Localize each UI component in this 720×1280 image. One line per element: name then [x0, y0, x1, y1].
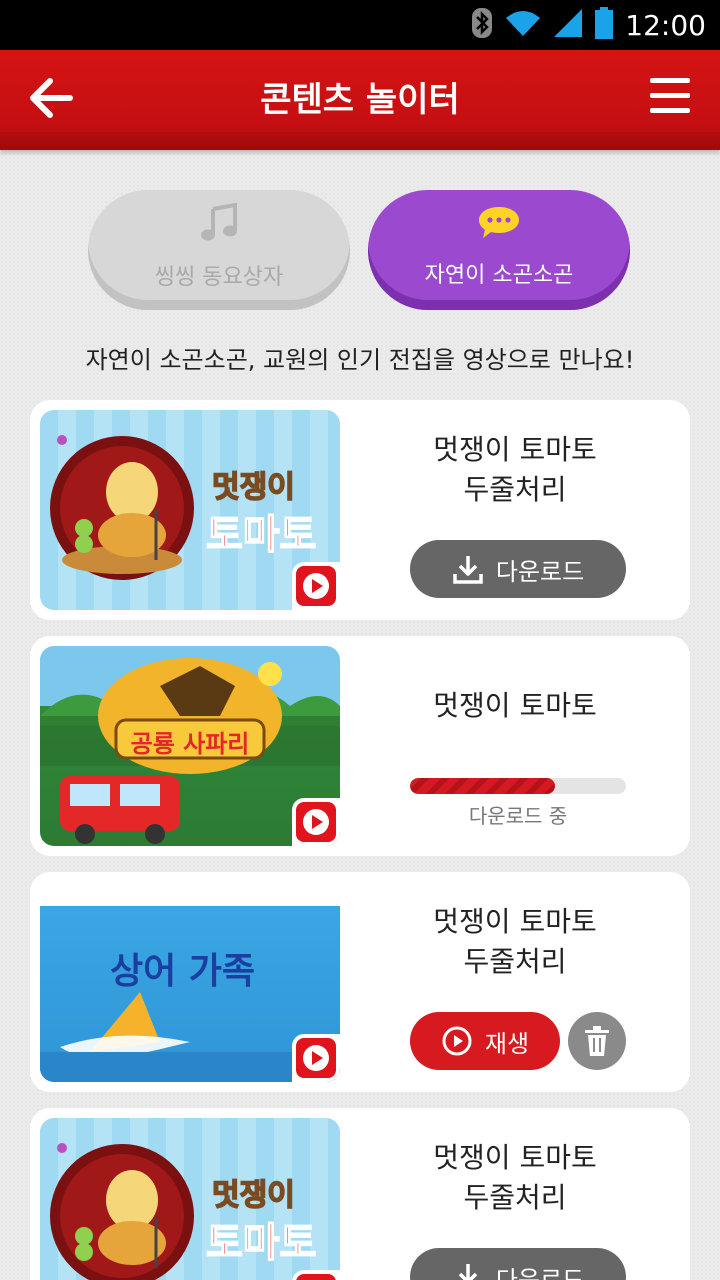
play-button[interactable]: 재생 — [410, 1012, 560, 1070]
video-title: 멋쟁이 토마토 두줄처리 — [360, 430, 670, 510]
video-thumbnail[interactable]: 공룡 사파리 — [40, 646, 340, 846]
video-title-line: 두줄처리 — [463, 473, 567, 506]
video-card[interactable]: 공룡 사파리 멋쟁이 토마토 다운로드 중 — [30, 636, 690, 856]
download-progress-fill — [410, 778, 555, 794]
play-icon — [296, 1274, 336, 1280]
status-bar: 12:00 — [0, 0, 720, 50]
trash-icon — [585, 1026, 609, 1056]
page-title: 콘텐츠 놀이터 — [260, 79, 460, 120]
bluetooth-icon — [471, 7, 493, 43]
download-icon — [458, 1264, 478, 1280]
play-icon — [303, 573, 329, 599]
section-subtitle: 자연이 소곤소곤, 교원의 인기 전집을 영상으로 만나요! — [85, 346, 635, 374]
download-button[interactable]: 다운로드 — [410, 540, 626, 598]
play-badge — [292, 1270, 340, 1280]
download-button-label: 다운로드 — [495, 1265, 585, 1280]
play-circle-icon — [442, 1026, 472, 1056]
video-thumbnail[interactable]: 멋쟁이 토마토 — [40, 410, 340, 610]
thumbnail-title: 멋쟁이 — [211, 1177, 295, 1214]
video-title: 멋쟁이 토마토 두줄처리 — [360, 902, 670, 982]
signal-icon — [553, 8, 583, 42]
thumbnail-title: 공룡 사파리 — [130, 730, 250, 758]
video-title-line: 멋쟁이 토마토 — [433, 433, 597, 466]
thumbnail-title: 토마토 — [205, 511, 317, 559]
download-button[interactable]: 다운로드 — [410, 1248, 626, 1280]
play-badge — [292, 562, 340, 610]
video-title-line: 멋쟁이 토마토 — [433, 689, 597, 722]
thumbnail-title: 토마토 — [205, 1219, 317, 1267]
download-icon — [453, 556, 483, 584]
menu-button[interactable] — [648, 74, 692, 118]
video-card[interactable]: 상어 가족 멋쟁이 토마토 두줄처리 재생 — [30, 872, 690, 1092]
video-title-line: 멋쟁이 토마토 — [433, 905, 597, 938]
thumbnail-title: 멋쟁이 — [211, 469, 295, 506]
battery-icon — [595, 7, 614, 43]
tab-nature-whisper[interactable]: 자연이 소곤소곤 — [368, 190, 630, 310]
play-icon — [303, 809, 329, 835]
back-button[interactable] — [26, 72, 78, 124]
video-title-line: 두줄처리 — [463, 945, 567, 978]
download-button-label: 다운로드 — [495, 557, 585, 586]
video-thumbnail[interactable]: 멋쟁이 토마토 — [40, 1118, 340, 1280]
hamburger-menu-icon — [650, 78, 690, 113]
play-badge — [292, 798, 340, 846]
music-note-icon — [199, 202, 239, 249]
video-title: 멋쟁이 토마토 두줄처리 — [360, 1138, 670, 1218]
delete-button[interactable] — [568, 1012, 626, 1070]
download-progress-bar — [410, 778, 626, 794]
arrow-left-icon — [30, 78, 73, 118]
tab-label: 씽씽 동요상자 — [154, 265, 284, 290]
video-title-line: 두줄처리 — [463, 1181, 567, 1214]
wifi-icon — [505, 9, 541, 41]
tab-song-box[interactable]: 씽씽 동요상자 — [88, 190, 350, 310]
play-icon — [303, 1045, 329, 1071]
app-bar: 콘텐츠 놀이터 — [0, 50, 720, 150]
chat-bubble-icon — [477, 205, 521, 247]
video-card[interactable]: 멋쟁이 토마토 멋쟁이 토마토 두줄처리 다운로드 — [30, 1108, 690, 1280]
video-title-line: 멋쟁이 토마토 — [433, 1141, 597, 1174]
download-progress-label: 다운로드 중 — [468, 804, 568, 828]
video-title: 멋쟁이 토마토 — [360, 686, 670, 726]
thumbnail-title: 상어 가족 — [110, 951, 256, 992]
status-time: 12:00 — [625, 8, 706, 42]
play-button-label: 재생 — [484, 1029, 530, 1058]
video-card[interactable]: 멋쟁이 토마토 멋쟁이 토마토 두줄처리 다운로드 — [30, 400, 690, 620]
play-badge — [292, 1034, 340, 1082]
video-thumbnail[interactable]: 상어 가족 — [40, 882, 340, 1082]
tab-label: 자연이 소곤소곤 — [424, 263, 574, 288]
